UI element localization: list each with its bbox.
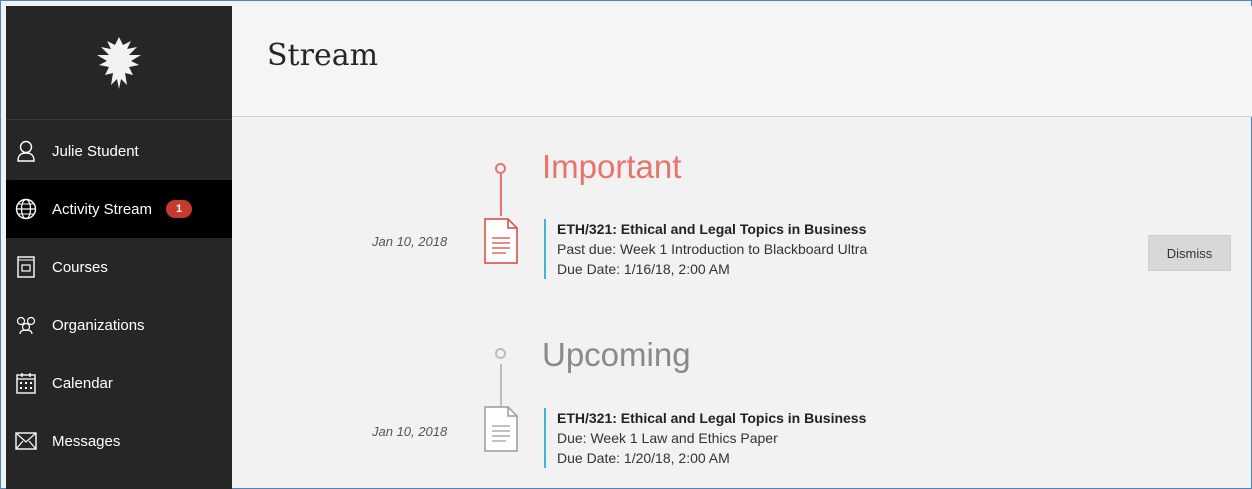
logo-icon [97,36,141,89]
sidebar-item-profile[interactable]: Julie Student [6,122,232,180]
sidebar-item-label: Julie Student [52,142,139,160]
user-icon [15,140,37,162]
section-heading-upcoming: Upcoming [542,336,691,373]
page-title: Stream [267,38,379,73]
entry-status: Past due: Week 1 Introduction to Blackbo… [557,241,868,257]
entry-due-date: Due Date: 1/20/18, 2:00 AM [557,450,730,466]
organizations-icon [15,314,37,336]
entry-date: Jan 10, 2018 [372,424,448,439]
sidebar-item-label: Calendar [52,374,113,392]
course-title[interactable]: ETH/321: Ethical and Legal Topics in Bus… [557,408,866,428]
document-icon [484,218,518,264]
dismiss-button[interactable]: Dismiss [1148,235,1231,271]
entry-due-date: Due Date: 1/16/18, 2:00 AM [557,261,730,277]
sidebar-item-label: Messages [52,432,121,450]
timeline-node-upcoming [495,348,506,359]
document-icon [484,406,518,452]
sidebar-item-label: Activity Stream [52,200,153,218]
envelope-icon [15,430,37,452]
courses-icon [15,256,37,278]
stream-entry-important[interactable]: ETH/321: Ethical and Legal Topics in Bus… [544,219,867,279]
stream-entry-upcoming[interactable]: ETH/321: Ethical and Legal Topics in Bus… [544,408,866,468]
sidebar-item-organizations[interactable]: Organizations [6,296,232,354]
sidebar-item-activity-stream[interactable]: Activity Stream 1 [6,180,232,238]
sidebar-item-calendar[interactable]: Calendar [6,354,232,412]
page-header: Stream [232,6,1252,117]
section-heading-important: Important [542,148,682,185]
notification-badge: 1 [166,200,193,218]
entry-date: Jan 10, 2018 [372,234,448,249]
sidebar-item-courses[interactable]: Courses [6,238,232,296]
entry-status: Due: Week 1 Law and Ethics Paper [557,430,778,446]
timeline-connector-upcoming [500,364,502,406]
globe-icon [15,198,37,220]
phoenix-logo[interactable] [6,6,232,120]
timeline-node-important [495,163,506,174]
sidebar: Julie Student Activity Stream 1 Courses … [6,6,232,489]
sidebar-item-label: Courses [52,258,108,276]
course-title[interactable]: ETH/321: Ethical and Legal Topics in Bus… [557,219,867,239]
timeline-connector-important [500,174,502,216]
calendar-icon [15,372,37,394]
sidebar-item-messages[interactable]: Messages [6,412,232,470]
sidebar-item-label: Organizations [52,316,145,334]
